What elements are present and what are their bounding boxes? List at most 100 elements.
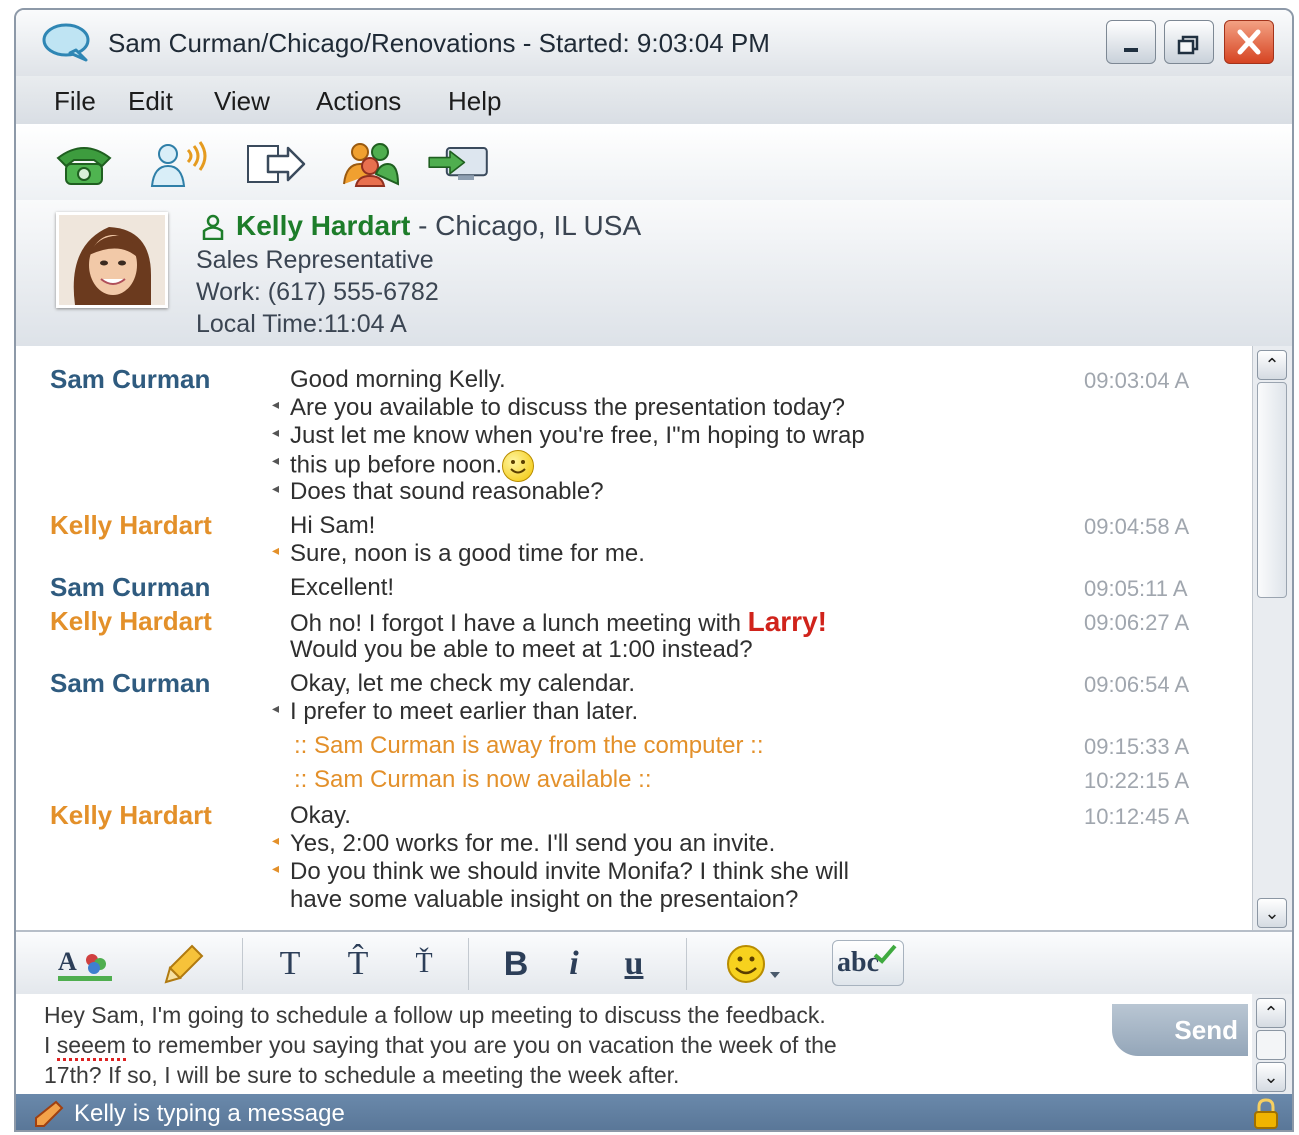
menu-help[interactable]: Help	[448, 86, 501, 117]
message-text: Oh no! I forgot I have a lunch meeting w…	[290, 610, 748, 637]
message-line: Hi Sam!	[290, 512, 376, 539]
minimize-icon	[1124, 48, 1138, 52]
message-time: 09:06:54 A	[1084, 672, 1190, 697]
avatar[interactable]	[56, 212, 168, 308]
avatar-portrait-icon	[59, 215, 165, 305]
send-button[interactable]: Send	[1112, 1004, 1248, 1056]
restore-button[interactable]	[1164, 20, 1214, 64]
chevron-up-icon: ⌃	[1263, 1003, 1279, 1023]
chevron-down-icon: ⌄	[1263, 1067, 1279, 1087]
contact-phone: Work: (617) 555-6782	[196, 278, 439, 306]
chat-transcript: Sam Curman Good morning Kelly. 09:03:04 …	[16, 346, 1252, 930]
message-line: Okay.	[290, 802, 351, 829]
spellcheck-button[interactable]: abc	[832, 940, 904, 986]
underline-button[interactable]: u	[614, 940, 654, 988]
compose-scrollbar[interactable]: ⌃ ⌄	[1252, 994, 1292, 1094]
message-text: this up before noon.	[290, 451, 503, 479]
compose-line: 17th? If so, I will be sure to schedule …	[44, 1062, 680, 1088]
message-line: Do you think we should invite Monifa? I …	[272, 858, 849, 886]
contact-title: Sales Representative	[196, 246, 434, 274]
chevron-up-icon: ⌃	[1264, 355, 1280, 375]
font-shrink-button[interactable]: Ť	[404, 940, 444, 988]
chat-bubble-icon	[42, 23, 90, 62]
scroll-down-button[interactable]: ⌄	[1257, 898, 1287, 928]
message-line: Good morning Kelly.	[290, 366, 506, 393]
message-time: 09:15:33 A	[1084, 734, 1190, 759]
checkmark-icon	[873, 944, 897, 964]
contact-local-time: Local Time:11:04 A	[196, 310, 407, 338]
menu-file[interactable]: File	[54, 86, 96, 117]
minimize-button[interactable]	[1106, 20, 1156, 64]
message-time: 10:12:45 A	[1084, 804, 1190, 829]
lock-icon[interactable]	[1252, 1098, 1280, 1130]
phone-icon[interactable]	[52, 140, 116, 188]
message-time: 09:03:04 A	[1084, 368, 1190, 393]
compose-scroll-up-button[interactable]: ⌃	[1256, 998, 1286, 1028]
formatting-toolbar: A T T̂ Ť B i u abc	[16, 930, 1292, 997]
menu-actions[interactable]: Actions	[316, 86, 401, 117]
message-time: 10:22:15 A	[1084, 768, 1190, 793]
message-time: 09:05:11 A	[1084, 576, 1188, 601]
chat-window: Sam Curman/Chicago/Renovations - Started…	[14, 8, 1294, 1132]
message-line: Does that sound reasonable?	[272, 478, 604, 506]
message-line: Excellent!	[290, 574, 395, 601]
misspelled-word[interactable]: seeem	[56, 1032, 126, 1061]
toolbar-separator	[468, 938, 469, 990]
message-line: Are you available to discuss the present…	[272, 394, 845, 422]
message-line: Would you be able to meet at 1:00 instea…	[290, 636, 753, 663]
font-normal-button[interactable]: T	[270, 940, 310, 988]
typing-indicator: Kelly is typing a message	[74, 1100, 345, 1127]
menu-bar: File Edit View Actions Help	[16, 76, 1292, 125]
person-status-icon	[202, 214, 224, 240]
restore-icon	[1177, 35, 1199, 55]
message-sender: Kelly Hardart	[50, 510, 212, 540]
message-line: I prefer to meet earlier than later.	[272, 698, 638, 726]
menu-edit[interactable]: Edit	[128, 86, 173, 117]
contact-name-line: Kelly Hardart - Chicago, IL USA	[236, 210, 641, 242]
message-input[interactable]: Hey Sam, I'm going to schedule a follow …	[16, 994, 1252, 1094]
message-line: Yes, 2:00 works for me. I'll send you an…	[272, 830, 775, 858]
presence-status-message: :: Sam Curman is away from the computer …	[294, 732, 764, 759]
menu-view[interactable]: View	[214, 86, 270, 117]
message-sender: Sam Curman	[50, 668, 211, 698]
font-color-icon[interactable]: A	[54, 942, 116, 986]
message-line: Sure, noon is a good time for me.	[272, 540, 645, 568]
scroll-up-button[interactable]: ⌃	[1257, 350, 1287, 380]
compose-line: Hey Sam, I'm going to schedule a follow …	[44, 1002, 826, 1028]
scroll-thumb[interactable]	[1257, 382, 1287, 598]
compose-scroll-thumb[interactable]	[1256, 1030, 1286, 1060]
message-time: 09:06:27 A	[1084, 610, 1190, 635]
italic-button[interactable]: i	[556, 940, 592, 988]
compose-text: I	[44, 1032, 57, 1058]
group-chat-icon[interactable]	[338, 140, 402, 188]
message-sender: Sam Curman	[50, 364, 211, 394]
svg-text:A: A	[58, 947, 77, 976]
message-line: Oh no! I forgot I have a lunch meeting w…	[290, 606, 827, 638]
transcript-scrollbar[interactable]: ⌃ ⌄	[1252, 346, 1292, 930]
window-title: Sam Curman/Chicago/Renovations - Started…	[108, 28, 770, 58]
highlighter-icon[interactable]	[162, 942, 206, 986]
compose-text: to remember you saying that you are you …	[125, 1032, 837, 1058]
highlighted-text: Larry!	[747, 606, 827, 637]
voice-call-icon[interactable]	[146, 140, 210, 188]
share-screen-icon[interactable]	[426, 140, 490, 188]
toolbar-separator	[686, 938, 687, 990]
close-icon	[1237, 29, 1261, 55]
compose-line: I seeem to remember you saying that you …	[44, 1032, 837, 1061]
presence-status-message: :: Sam Curman is now available ::	[294, 766, 652, 793]
close-button[interactable]	[1224, 20, 1274, 64]
transfer-icon[interactable]	[244, 140, 308, 188]
message-line: have some valuable insight on the presen…	[290, 886, 799, 913]
status-bar: Kelly is typing a message	[16, 1094, 1292, 1130]
message-sender: Sam Curman	[50, 572, 211, 602]
emoticon-icon[interactable]	[724, 942, 788, 986]
pencil-icon	[35, 1100, 64, 1127]
compose-scroll-down-button[interactable]: ⌄	[1256, 1062, 1286, 1092]
title-bar: Sam Curman/Chicago/Renovations - Started…	[16, 10, 1292, 77]
message-time: 09:04:58 A	[1084, 514, 1190, 539]
toolbar-separator	[242, 938, 243, 990]
font-grow-button[interactable]: T̂	[338, 940, 378, 988]
contact-name[interactable]: Kelly Hardart	[236, 210, 410, 241]
message-line: Just let me know when you're free, I"m h…	[272, 422, 865, 450]
bold-button[interactable]: B	[496, 940, 536, 988]
